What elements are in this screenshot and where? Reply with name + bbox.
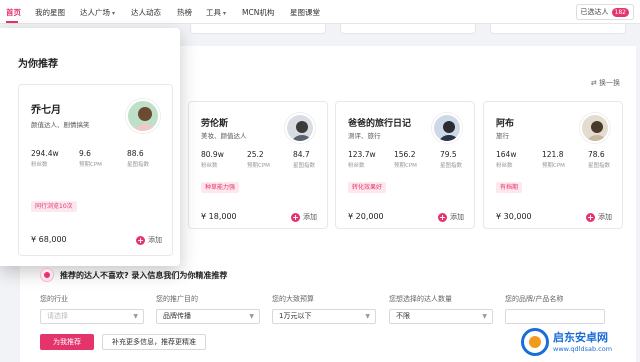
creator-tags: 旅行 [496, 132, 509, 140]
add-button[interactable]: + 添加 [438, 212, 464, 222]
swap-button[interactable]: ⇄ 换一换 [591, 78, 620, 88]
nav-creator-updates[interactable]: 达人动态 [131, 7, 161, 18]
creator-card[interactable]: 乔七月 颜值达人、剧情搞笑 294.4w 粉丝数 9.6 预期CPM 88.6 星图指… [18, 84, 173, 256]
add-button[interactable]: + 添加 [136, 235, 162, 245]
prev-card-strip [340, 24, 476, 34]
creator-avatar [126, 99, 160, 133]
creator-tags: 颜值达人、剧情搞笑 [31, 121, 90, 129]
recommend-title: 为你推荐 [18, 59, 58, 70]
watermark-line1: 启东安卓网 [553, 331, 608, 344]
creator-avatar [285, 113, 315, 143]
top-nav: 首页 我的星图 达人广场 达人动态 热榜 工具 MCN机构 星图课堂 已选达人 … [0, 0, 640, 24]
index-stat: 78.6 星图指数 [588, 150, 611, 169]
recommend-me-button[interactable]: 为我推荐 [40, 334, 94, 350]
watermark: 启东安卓网 www.qdldsab.com [521, 325, 633, 359]
tag-chip: 有档期 [496, 182, 523, 193]
budget-select[interactable]: 1万元以下 ▼ [272, 309, 376, 324]
nav-tools[interactable]: 工具 [206, 7, 226, 18]
nav-home[interactable]: 首页 [6, 7, 21, 18]
creator-card[interactable]: 爸爸的旅行日记 测评、旅行 123.7w 粉丝数 156.2 预期CPM 79.5 星… [335, 101, 475, 229]
creator-price: ¥ 68,000 [31, 235, 67, 244]
more-info-button[interactable]: 补充更多信息，推荐更精准 [102, 334, 206, 350]
added-count-badge: 182 [611, 7, 629, 17]
add-button[interactable]: + 添加 [586, 212, 612, 222]
nav-active-indicator [6, 21, 18, 23]
fans-stat: 294.4w 粉丝数 [31, 149, 59, 168]
plus-icon: + [438, 212, 447, 222]
creator-card[interactable]: 劳伦斯 美妆、颜值达人 80.9w 粉丝数 25.2 预期CPM 84.7 星图指数 … [188, 101, 328, 229]
creator-avatar [432, 113, 462, 143]
cpm-stat: 9.6 预期CPM [79, 149, 102, 168]
prev-card-strip [490, 24, 626, 34]
nav-hot-list[interactable]: 热榜 [177, 7, 192, 18]
feedback-icon [40, 268, 54, 282]
tag-chip: 种草能力强 [201, 182, 240, 193]
creator-price: ¥ 20,000 [348, 212, 384, 221]
cpm-stat: 121.8 预期CPM [542, 150, 565, 169]
plus-icon: + [291, 212, 300, 222]
recommend-highlight-overlay: 为你推荐 乔七月 颜值达人、剧情搞笑 294.4w 粉丝数 9.6 预期CPM 88… [0, 28, 180, 266]
index-stat: 84.7 星图指数 [293, 150, 316, 169]
plus-icon: + [136, 235, 145, 245]
creator-price: ¥ 18,000 [201, 212, 237, 221]
nav-my-xingtu[interactable]: 我的星图 [35, 7, 65, 18]
fans-stat: 123.7w 粉丝数 [348, 150, 376, 169]
swap-label: 换一换 [599, 79, 620, 87]
creator-name: 乔七月 [31, 105, 61, 116]
added-creators-label: 已选达人 [580, 8, 609, 16]
industry-label: 您的行业 [40, 295, 68, 303]
tag-chip: 转化效果好 [348, 182, 387, 193]
chevron-down-icon: ▼ [249, 313, 254, 320]
feedback-heading: 推荐的达人不喜欢? 录入信息我们为你精准推荐 [40, 268, 227, 282]
watermark-logo-icon [521, 328, 549, 356]
purpose-select[interactable]: 品牌传播 ▼ [156, 309, 260, 324]
purpose-label: 您的推广目的 [156, 295, 198, 303]
creator-name: 劳伦斯 [201, 119, 229, 129]
creator-name: 爸爸的旅行日记 [348, 119, 412, 129]
nav-creator-square[interactable]: 达人广场 [80, 7, 115, 18]
nav-course[interactable]: 星图课堂 [290, 7, 320, 18]
chevron-down-icon: ▼ [482, 313, 487, 320]
creator-price: ¥ 30,000 [496, 212, 532, 221]
cpm-stat: 156.2 预期CPM [394, 150, 417, 169]
add-button[interactable]: + 添加 [291, 212, 317, 222]
fans-stat: 164w 粉丝数 [496, 150, 517, 169]
creator-tags: 测评、旅行 [348, 132, 381, 140]
creator-count-select[interactable]: 不限 ▼ [389, 309, 493, 324]
creator-tags: 美妆、颜值达人 [201, 132, 247, 140]
creator-count-label: 您想选择的达人数量 [389, 295, 452, 303]
brand-name-label: 您的品牌/产品名称 [505, 295, 564, 303]
cpm-stat: 25.2 预期CPM [247, 150, 270, 169]
industry-select[interactable]: 请选择 ▼ [40, 309, 144, 324]
plus-icon: + [586, 212, 595, 222]
chevron-down-icon: ▼ [133, 313, 138, 320]
index-stat: 79.5 星图指数 [440, 150, 463, 169]
watermark-line2: www.qdldsab.com [553, 345, 613, 353]
creator-avatar [580, 113, 610, 143]
index-stat: 88.6 星图指数 [127, 149, 150, 168]
added-creators-button[interactable]: 已选达人 182 [575, 4, 634, 20]
feedback-title: 推荐的达人不喜欢? 录入信息我们为你精准推荐 [60, 270, 228, 280]
nav-mcn[interactable]: MCN机构 [242, 7, 274, 18]
budget-label: 您的大致预算 [272, 295, 314, 303]
prev-card-strip [190, 24, 326, 34]
chevron-down-icon: ▼ [365, 313, 370, 320]
creator-card[interactable]: 阿布 旅行 164w 粉丝数 121.8 预期CPM 78.6 星图指数 有档期 ¥ … [483, 101, 623, 229]
brand-name-input[interactable] [505, 309, 605, 324]
creator-name: 阿布 [496, 119, 515, 129]
fans-stat: 80.9w 粉丝数 [201, 150, 224, 169]
tag-chip: 同行浏览10次 [31, 201, 77, 212]
